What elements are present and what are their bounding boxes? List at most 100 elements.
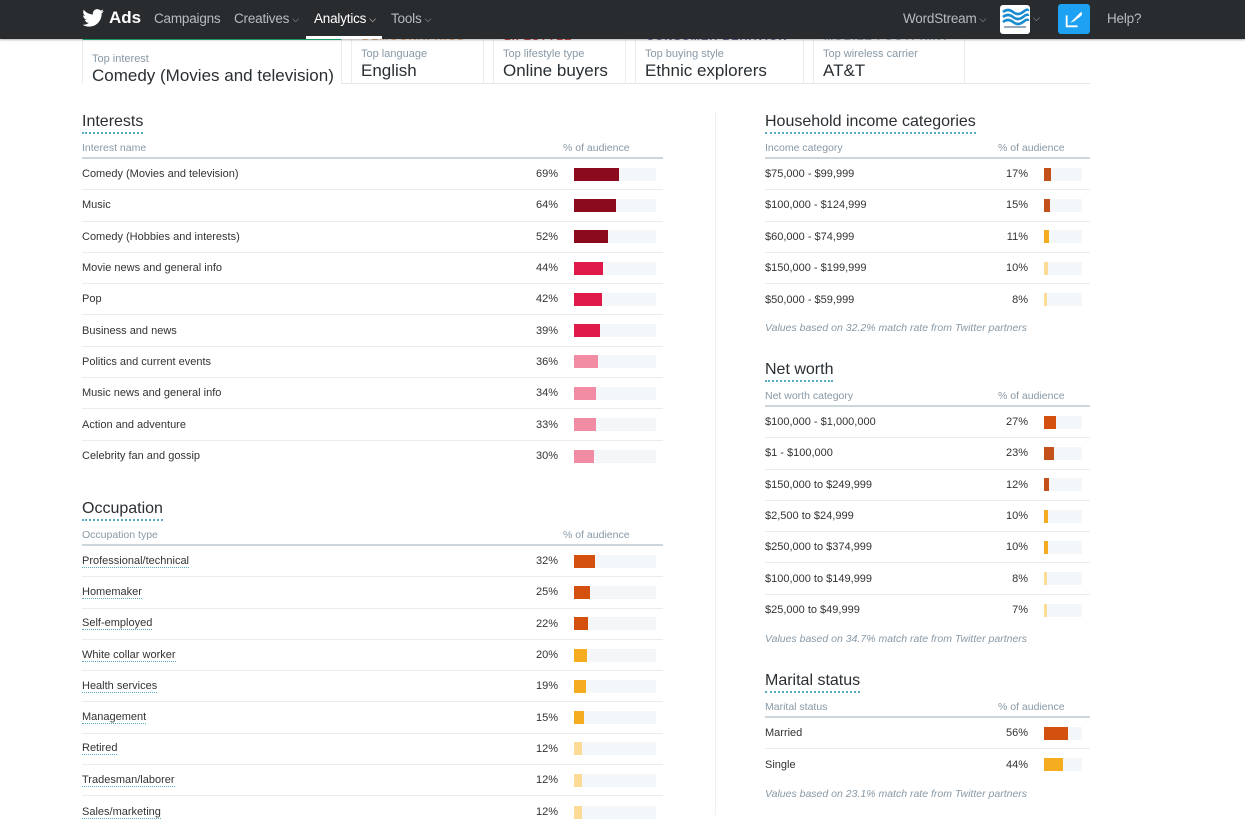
bar-track bbox=[574, 386, 656, 400]
bar-fill bbox=[574, 292, 602, 306]
table-row: Business and news 39% bbox=[82, 315, 663, 347]
row-percent: 12% bbox=[535, 806, 558, 819]
bar-fill bbox=[574, 230, 609, 244]
bar-fill bbox=[574, 418, 596, 432]
row-label: Music news and general info bbox=[82, 387, 222, 400]
row-percent: 25% bbox=[535, 586, 558, 599]
table-header: Occupation type % of audience bbox=[82, 526, 663, 546]
chevron-down-icon: ⌵ bbox=[369, 14, 376, 24]
table-row: Married 56% bbox=[765, 718, 1090, 750]
marital-status-title[interactable]: Marital status bbox=[765, 672, 861, 693]
chevron-down-icon[interactable]: ⌵ bbox=[1033, 13, 1040, 24]
table-row: $50,000 - $59,999 8% bbox=[765, 284, 1090, 315]
nav-creatives[interactable]: Creatives ⌵ bbox=[234, 11, 299, 26]
table-row: Tradesman/laborer 12% bbox=[82, 765, 663, 797]
bar-fill bbox=[1044, 415, 1056, 429]
table-row: $1 - $100,000 23% bbox=[765, 438, 1090, 470]
row-label[interactable]: White collar worker bbox=[82, 649, 176, 662]
table-row: Celebrity fan and gossip 30% bbox=[82, 441, 663, 472]
table-row: Management 15% bbox=[82, 702, 663, 734]
row-percent: 10% bbox=[1005, 510, 1028, 523]
row-percent: 8% bbox=[1012, 293, 1028, 306]
household-income-panel: Household income categories Income categ… bbox=[765, 113, 1090, 334]
row-percent: 44% bbox=[535, 262, 558, 275]
interests-table: Comedy (Movies and television) 69% Music 64… bbox=[82, 159, 663, 472]
help-link[interactable]: Help? bbox=[1107, 11, 1141, 26]
bar-track bbox=[1044, 540, 1082, 554]
row-label[interactable]: Sales/marketing bbox=[82, 806, 161, 819]
wordstream-logo-icon bbox=[1002, 8, 1030, 28]
nav-analytics[interactable]: Analytics ⌵ bbox=[314, 11, 376, 26]
twitter-ads-logo[interactable]: Ads bbox=[82, 8, 141, 28]
row-label: Music bbox=[82, 199, 111, 212]
row-label: Celebrity fan and gossip bbox=[82, 450, 201, 463]
household-income-table: $75,000 - $99,999 17% $100,000 - $124,999 1… bbox=[765, 159, 1090, 315]
nav-tools[interactable]: Tools ⌵ bbox=[391, 11, 431, 26]
compose-quill-icon bbox=[1065, 11, 1082, 28]
row-percent: 7% bbox=[1012, 604, 1028, 617]
bar-fill bbox=[1044, 198, 1051, 212]
row-label[interactable]: Professional/technical bbox=[82, 555, 190, 568]
household-income-title[interactable]: Household income categories bbox=[765, 113, 976, 134]
row-percent: 17% bbox=[1005, 168, 1028, 181]
bar-fill bbox=[1044, 230, 1049, 244]
bar-track bbox=[574, 711, 656, 725]
row-label: Movie news and general info bbox=[82, 262, 223, 275]
bar-track bbox=[574, 230, 656, 244]
row-percent: 39% bbox=[535, 324, 558, 337]
row-percent: 11% bbox=[1006, 230, 1028, 243]
row-percent: 22% bbox=[535, 617, 558, 630]
row-label: Politics and current events bbox=[82, 355, 212, 368]
row-label: $150,000 to $249,999 bbox=[765, 478, 873, 491]
row-label: $150,000 - $199,999 bbox=[765, 262, 867, 275]
row-label[interactable]: Tradesman/laborer bbox=[82, 774, 175, 787]
account-name: WordStream bbox=[903, 11, 977, 26]
row-label[interactable]: Homemaker bbox=[82, 586, 142, 599]
bar-fill bbox=[1044, 446, 1054, 460]
bar-fill bbox=[574, 679, 587, 693]
table-row: Professional/technical 32% bbox=[82, 546, 663, 578]
bar-fill bbox=[1044, 758, 1063, 772]
account-switcher[interactable]: WordStream ⌵ bbox=[903, 11, 986, 26]
help-label: Help? bbox=[1107, 11, 1142, 26]
bar-track bbox=[1044, 572, 1082, 586]
tab-value: English bbox=[361, 61, 417, 80]
column-divider bbox=[715, 112, 716, 815]
table-row: $2,500 to $24,999 10% bbox=[765, 501, 1090, 533]
bar-track bbox=[1044, 478, 1082, 492]
row-label[interactable]: Health services bbox=[82, 680, 158, 693]
bar-track bbox=[1044, 509, 1082, 523]
compose-tweet-button[interactable] bbox=[1058, 4, 1090, 34]
marital-status-table: Married 56% Single 44% bbox=[765, 718, 1090, 781]
table-row: $100,000 - $1,000,000 27% bbox=[765, 407, 1090, 439]
column-header-pct: % of audience bbox=[998, 701, 1065, 713]
row-percent: 12% bbox=[1005, 478, 1028, 491]
row-label: $100,000 - $124,999 bbox=[765, 199, 867, 212]
tab-overview[interactable]: Top interest Comedy (Movies and televisi… bbox=[82, 35, 342, 85]
row-label[interactable]: Self-employed bbox=[82, 617, 153, 631]
tab-value: Ethnic explorers bbox=[645, 61, 767, 80]
row-label: Married bbox=[765, 727, 803, 740]
bar-fill bbox=[574, 261, 603, 275]
row-label[interactable]: Retired bbox=[82, 742, 118, 756]
account-avatar[interactable] bbox=[1000, 5, 1030, 34]
bar-fill bbox=[574, 742, 582, 756]
match-rate-note: Values based on 34.7% match rate from Tw… bbox=[765, 633, 1028, 646]
nav-campaigns[interactable]: Campaigns bbox=[154, 11, 221, 26]
nav-analytics-label: Analytics bbox=[314, 11, 367, 26]
net-worth-title[interactable]: Net worth bbox=[765, 361, 834, 382]
chevron-down-icon: ⌵ bbox=[424, 14, 432, 24]
match-rate-note: Values based on 32.2% match rate from Tw… bbox=[765, 322, 1028, 335]
table-row: Single 44% bbox=[765, 749, 1090, 780]
bar-track bbox=[1044, 167, 1082, 181]
interests-title[interactable]: Interests bbox=[82, 113, 144, 134]
bar-track bbox=[574, 617, 656, 631]
bar-track bbox=[1044, 261, 1082, 275]
occupation-title[interactable]: Occupation bbox=[82, 500, 163, 521]
table-header: Net worth category % of audience bbox=[765, 387, 1090, 407]
bar-track bbox=[574, 679, 656, 693]
bar-track bbox=[574, 324, 656, 338]
row-label: $75,000 - $99,999 bbox=[765, 168, 855, 181]
nav-creatives-label: Creatives bbox=[234, 11, 290, 26]
row-label[interactable]: Management bbox=[82, 711, 147, 725]
